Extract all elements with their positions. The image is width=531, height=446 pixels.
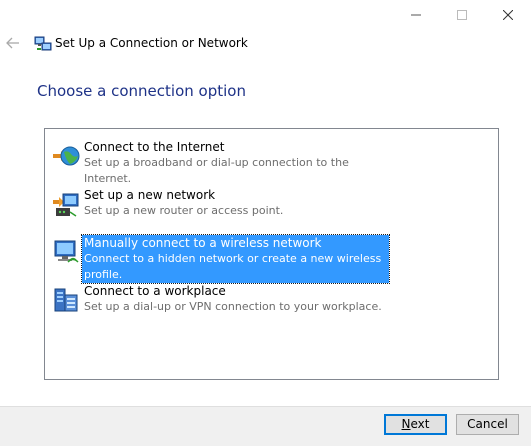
option-new-network[interactable]: Set up a new network Set up a new router… <box>49 187 389 221</box>
option-connect-internet[interactable]: Connect to the Internet Set up a broadba… <box>49 139 389 185</box>
router-network-icon <box>52 190 80 218</box>
connection-options-list[interactable]: Connect to the Internet Set up a broadba… <box>44 128 499 380</box>
next-label: ext <box>410 417 430 431</box>
back-arrow-icon <box>6 37 19 49</box>
page-title: Choose a connection option <box>37 82 246 100</box>
option-title: Connect to the Internet <box>84 140 225 154</box>
minimize-button[interactable] <box>393 0 439 30</box>
network-setup-icon <box>34 35 52 53</box>
option-description: Set up a broadband or dial-up connection… <box>84 156 349 185</box>
next-button[interactable]: Next <box>384 414 447 435</box>
minimize-icon <box>411 14 421 16</box>
dialog-footer: Next Cancel <box>0 406 531 446</box>
cancel-button[interactable]: Cancel <box>456 414 519 435</box>
workplace-icon <box>52 286 80 314</box>
title-bar <box>0 0 531 30</box>
option-manual-wireless[interactable]: Manually connect to a wireless network C… <box>49 234 390 284</box>
option-description: Connect to a hidden network or create a … <box>82 251 389 283</box>
option-description: Set up a dial-up or VPN connection to yo… <box>84 300 382 313</box>
option-title: Manually connect to a wireless network <box>82 235 389 251</box>
option-connect-workplace[interactable]: Connect to a workplace Set up a dial-up … <box>49 283 389 317</box>
maximize-icon <box>457 10 467 20</box>
option-title: Set up a new network <box>84 188 216 202</box>
back-button[interactable] <box>6 36 22 52</box>
window-title: Set Up a Connection or Network <box>55 36 248 50</box>
globe-network-icon <box>52 142 80 170</box>
option-description: Set up a new router or access point. <box>84 204 284 217</box>
option-title: Connect to a workplace <box>84 284 226 298</box>
close-button[interactable] <box>485 0 531 30</box>
next-mnemonic: N <box>401 417 411 431</box>
maximize-button[interactable] <box>439 0 485 30</box>
wireless-network-icon <box>52 238 80 266</box>
close-icon <box>503 10 513 20</box>
